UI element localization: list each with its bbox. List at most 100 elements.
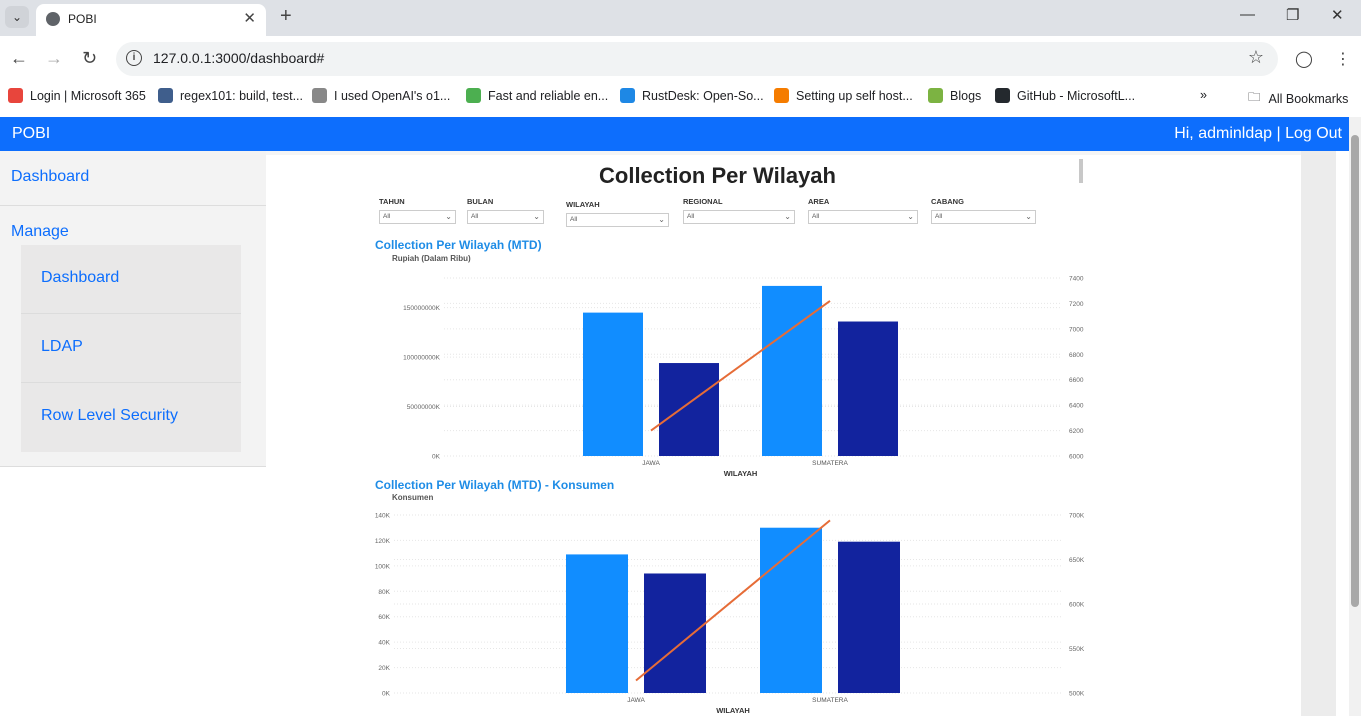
y2-tick-label: 7400 — [1069, 276, 1084, 283]
bookmark-item[interactable]: Fast and reliable en... — [466, 88, 608, 103]
chevron-down-icon: ⌄ — [445, 212, 452, 221]
chevron-down-icon: ⌄ — [1025, 212, 1032, 221]
forward-icon[interactable]: → — [45, 48, 63, 69]
bookmark-favicon-icon — [466, 88, 481, 103]
y-tick-label: 120K — [375, 538, 391, 545]
bookmark-item[interactable]: regex101: build, test... — [158, 88, 303, 103]
browser-tab-bar: ⌄ POBI ✕ + — ❐ ✕ — [0, 0, 1361, 36]
y-tick-label: 100K — [375, 563, 391, 570]
bookmark-item[interactable]: Setting up self host... — [774, 88, 913, 103]
y-tick-label: 20K — [378, 665, 390, 672]
reload-icon[interactable]: ↻ — [82, 48, 97, 69]
filter-wilayah[interactable]: WILAYAH All ⌄ — [566, 200, 669, 227]
y-tick-label: 100000000K — [403, 355, 441, 362]
browser-toolbar: ← → ↻ i 127.0.0.1:3000/dashboard# ☆ ◯ ⋮ — [0, 36, 1361, 82]
bookmark-item[interactable]: RustDesk: Open-So... — [620, 88, 764, 103]
y2-tick-label: 6800 — [1069, 352, 1084, 359]
bar[interactable] — [583, 312, 643, 456]
y2-tick-label: 6200 — [1069, 428, 1084, 435]
chevron-down-icon: ⌄ — [533, 212, 540, 221]
sidebar-divider — [0, 205, 266, 206]
bar[interactable] — [762, 285, 822, 456]
site-info-icon[interactable]: i — [126, 50, 142, 66]
window-close-icon[interactable]: ✕ — [1331, 6, 1344, 24]
bar[interactable] — [838, 541, 900, 693]
report-title: Collection Per Wilayah — [599, 163, 836, 188]
tab-search-icon[interactable]: ⌄ — [5, 6, 29, 28]
filter-area[interactable]: AREA All ⌄ — [808, 197, 918, 224]
y2-tick-label: 700K — [1069, 513, 1085, 520]
menu-kebab-icon[interactable]: ⋮ — [1335, 49, 1351, 69]
close-tab-icon[interactable]: ✕ — [243, 9, 256, 27]
tab-title: POBI — [68, 12, 97, 26]
y2-tick-label: 550K — [1069, 646, 1085, 653]
y2-tick-label: 6400 — [1069, 403, 1084, 410]
y-tick-label: 0K — [382, 691, 391, 698]
page-scroll-thumb[interactable] — [1351, 135, 1359, 607]
app-header: POBI Hi, adminldap | Log Out — [0, 117, 1349, 151]
bookmark-favicon-icon — [158, 88, 173, 103]
report-canvas: Collection Per Wilayah TAHUN All ⌄ BULAN … — [266, 155, 1301, 716]
y-tick-label: 150000000K — [403, 305, 441, 312]
profile-icon[interactable]: ◯ — [1295, 49, 1313, 69]
submenu-item-dashboard[interactable]: Dashboard — [21, 245, 241, 314]
filter-bulan[interactable]: BULAN All ⌄ — [467, 197, 544, 224]
globe-icon — [46, 12, 60, 26]
filter-tahun[interactable]: TAHUN All ⌄ — [379, 197, 456, 224]
url-text[interactable]: 127.0.0.1:3000/dashboard# — [153, 50, 324, 66]
y2-tick-label: 7200 — [1069, 301, 1084, 308]
chart2-svg: 500K 550K 600K 650K 700K 0K 20K 40K 60K 80K 100K 12… — [375, 513, 1085, 716]
bar[interactable] — [659, 363, 719, 456]
sidebar-item-dashboard[interactable]: Dashboard — [11, 168, 89, 186]
y-tick-label: 50000000K — [407, 404, 441, 411]
all-bookmarks[interactable]: 🗀 All Bookmarks — [1248, 88, 1348, 109]
chart1-svg: 6000 6200 6400 6600 6800 7000 7200 7400 0K 500000… — [403, 276, 1084, 479]
y2-tick-label: 500K — [1069, 691, 1085, 698]
chart2-subtitle: Konsumen — [392, 493, 434, 502]
filter-regional[interactable]: REGIONAL All ⌄ — [683, 197, 795, 224]
y2-tick-label: 6000 — [1069, 454, 1084, 461]
bar[interactable] — [838, 321, 898, 456]
x-tick-label: JAWA — [627, 697, 645, 704]
address-bar[interactable]: i 127.0.0.1:3000/dashboard# ☆ — [116, 42, 1278, 76]
y-tick-label: 60K — [378, 614, 390, 621]
bookmark-favicon-icon — [995, 88, 1010, 103]
back-icon[interactable]: ← — [10, 48, 28, 69]
bar[interactable] — [566, 554, 628, 693]
bookmarks-bar: Login | Microsoft 365 regex101: build, t… — [0, 82, 1361, 110]
sidebar: Dashboard Manage Dashboard LDAP Row Leve… — [0, 151, 266, 467]
new-tab-icon[interactable]: + — [280, 5, 292, 28]
bookmark-item[interactable]: GitHub - MicrosoftL... — [995, 88, 1135, 103]
chevron-down-icon: ⌄ — [784, 212, 791, 221]
report-container: Collection Per Wilayah TAHUN All ⌄ BULAN … — [266, 151, 1336, 716]
filter-cabang[interactable]: CABANG All ⌄ — [931, 197, 1036, 224]
restore-icon[interactable]: ❐ — [1286, 6, 1299, 24]
bookmark-item[interactable]: Blogs — [928, 88, 981, 103]
bookmark-item[interactable]: I used OpenAI's o1... — [312, 88, 450, 103]
bookmark-favicon-icon — [8, 88, 23, 103]
bookmark-star-icon[interactable]: ☆ — [1248, 47, 1264, 68]
report-scroll-handle[interactable] — [1079, 159, 1083, 183]
report-scrollbar[interactable] — [1301, 151, 1336, 716]
submenu-item-row-level-security[interactable]: Row Level Security — [21, 383, 241, 452]
folder-icon: 🗀 — [1248, 90, 1261, 104]
bookmark-favicon-icon — [774, 88, 789, 103]
y-tick-label: 40K — [378, 640, 390, 647]
x-axis-label: WILAYAH — [724, 469, 758, 478]
bookmarks-overflow-icon[interactable]: » — [1200, 88, 1207, 102]
bookmark-item[interactable]: Login | Microsoft 365 — [8, 88, 146, 103]
sidebar-item-manage[interactable]: Manage — [11, 223, 69, 241]
chart1-subtitle: Rupiah (Dalam Ribu) — [392, 254, 471, 263]
y2-tick-label: 7000 — [1069, 326, 1084, 333]
x-axis-label: WILAYAH — [716, 706, 750, 715]
bar[interactable] — [644, 573, 706, 693]
minimize-icon[interactable]: — — [1240, 6, 1255, 23]
submenu-item-ldap[interactable]: LDAP — [21, 314, 241, 383]
x-tick-label: JAWA — [642, 460, 660, 467]
browser-tab[interactable]: POBI ✕ — [36, 4, 266, 36]
y2-tick-label: 6600 — [1069, 377, 1084, 384]
bookmark-favicon-icon — [620, 88, 635, 103]
user-logout-link[interactable]: Hi, adminldap | Log Out — [1174, 125, 1342, 143]
page-scrollbar[interactable] — [1349, 117, 1361, 716]
app-brand[interactable]: POBI — [12, 125, 50, 143]
